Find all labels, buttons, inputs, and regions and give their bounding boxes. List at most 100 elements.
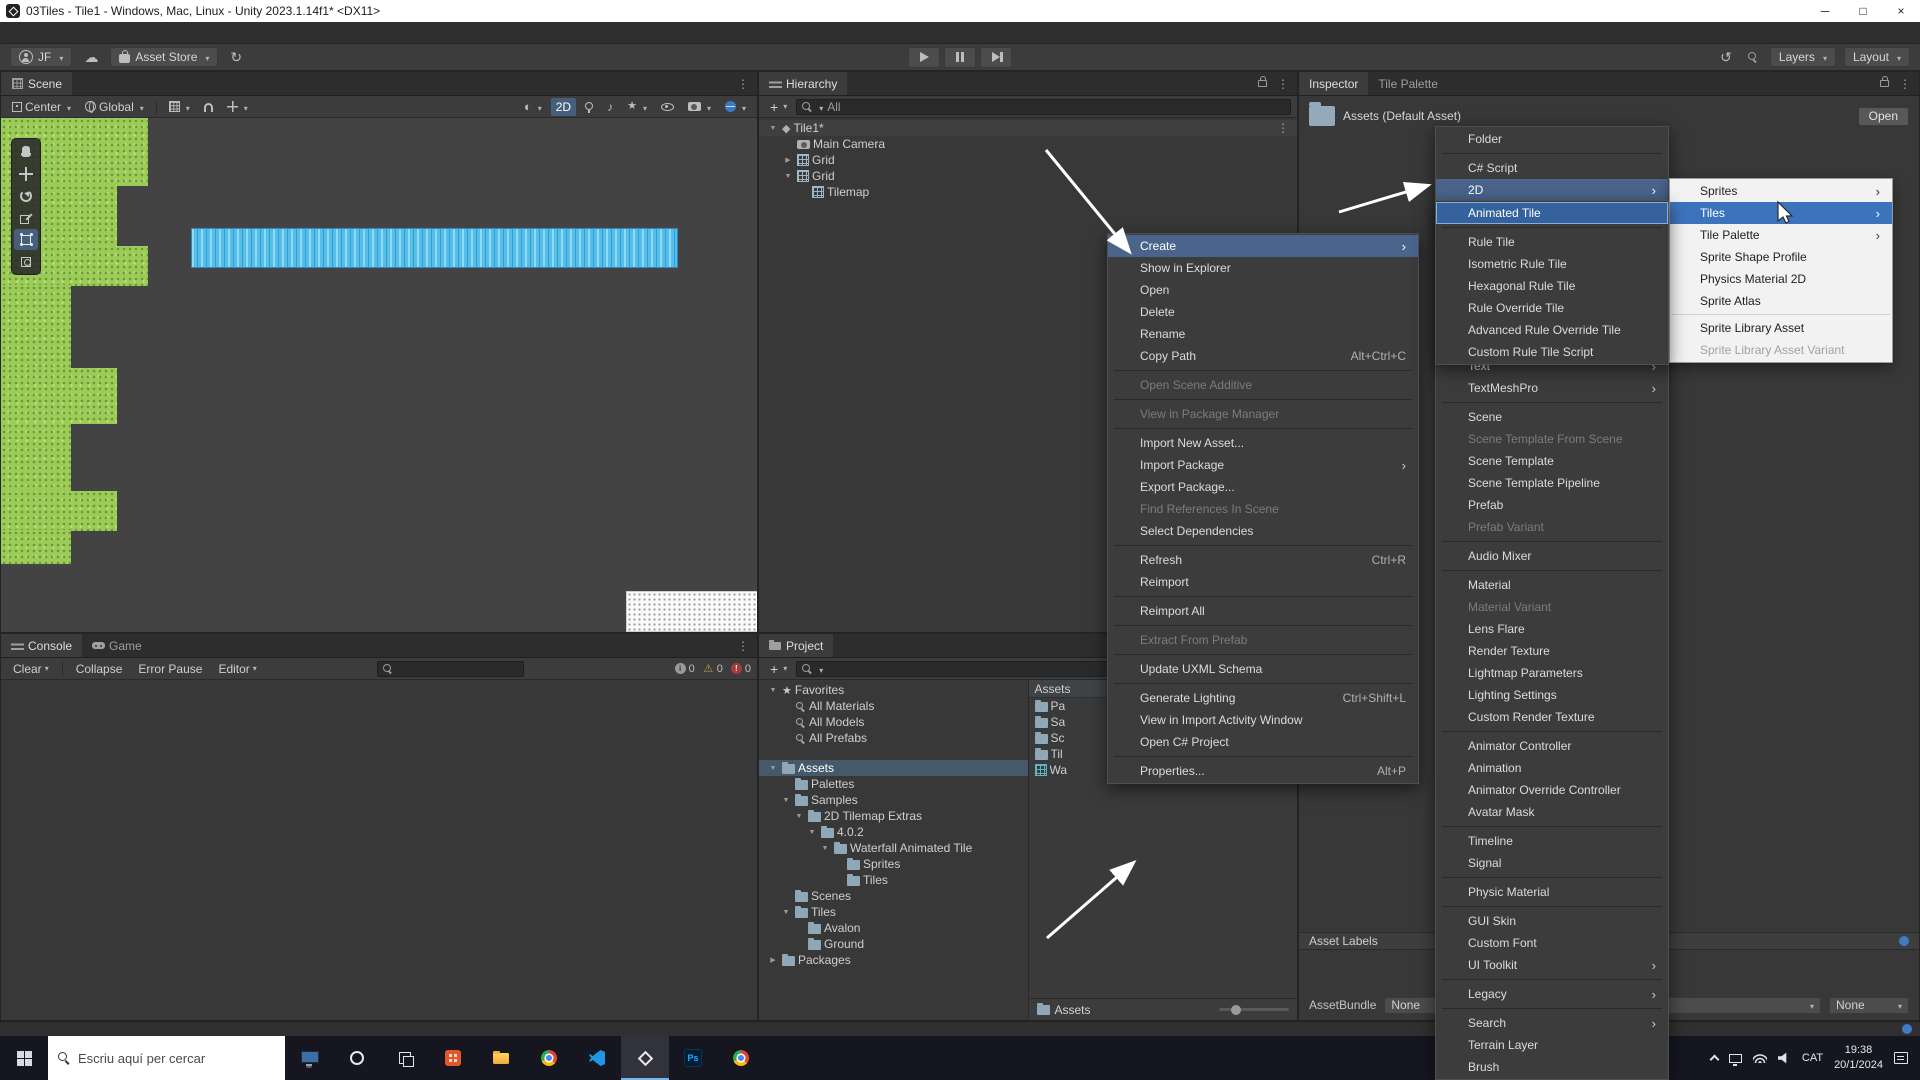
maximize-button[interactable]: □ — [1844, 0, 1882, 22]
menu-item[interactable]: Rename — [1108, 323, 1418, 345]
taskbar-app-button[interactable] — [429, 1036, 477, 1080]
panel-tab[interactable]: Inspector — [1299, 72, 1368, 95]
slider-knob[interactable] — [1231, 1005, 1241, 1015]
layers-dropdown[interactable]: Layers — [1770, 47, 1836, 67]
taskbar-app-button[interactable] — [381, 1036, 429, 1080]
console-search-input[interactable] — [377, 661, 524, 677]
grid-visual-dropdown[interactable] — [164, 98, 195, 116]
wifi-icon[interactable] — [1753, 1053, 1767, 1063]
menu-item[interactable]: Lens Flare — [1436, 618, 1668, 640]
shading-mode-dropdown[interactable]: ◐ — [519, 98, 547, 116]
tool-button[interactable] — [14, 141, 38, 162]
taskbar-app-button[interactable] — [285, 1036, 333, 1080]
panel-tab[interactable]: Game — [82, 634, 152, 657]
panel-tab[interactable]: Console — [1, 634, 82, 657]
gizmos-dropdown[interactable] — [720, 98, 751, 116]
tool-button[interactable] — [14, 207, 38, 228]
project-tree-row[interactable]: ▼ 2D Tilemap Extras — [759, 808, 1028, 824]
twisty-icon[interactable]: ▶ — [767, 956, 779, 964]
project-tree-row[interactable]: Scenes — [759, 888, 1028, 904]
error-pause-toggle[interactable]: Error Pause — [132, 660, 208, 678]
volume-icon[interactable] — [1778, 1052, 1791, 1064]
menu-item[interactable]: Material Variant — [1436, 596, 1668, 618]
twisty-icon[interactable]: ▼ — [767, 125, 779, 132]
panel-tab[interactable]: Tile Palette — [1368, 72, 1448, 95]
menu-item[interactable]: Brush — [1436, 1056, 1668, 1078]
menu-item[interactable]: Reimport All — [1108, 600, 1418, 622]
create-asset-dropdown[interactable] — [765, 660, 792, 678]
menu-item[interactable]: Prefab Variant — [1436, 516, 1668, 538]
editor-dropdown[interactable]: Editor — [212, 660, 262, 678]
tab-hierarchy[interactable]: Hierarchy — [759, 72, 847, 95]
menu-item[interactable]: Open — [1108, 279, 1418, 301]
menu-item[interactable]: Copy Path Alt+Ctrl+C — [1108, 345, 1418, 367]
menu-item[interactable]: Physic Material — [1436, 881, 1668, 903]
twisty-icon[interactable]: ▼ — [782, 173, 794, 180]
language-indicator[interactable]: CAT — [1802, 1052, 1823, 1064]
menu-item[interactable]: Custom Rule Tile Script — [1436, 341, 1668, 363]
twisty-icon[interactable]: ▼ — [793, 813, 805, 820]
lock-icon[interactable] — [1880, 80, 1889, 87]
project-tree-row[interactable]: Tiles — [759, 872, 1028, 888]
lock-icon[interactable] — [1258, 80, 1267, 87]
menu-item[interactable]: Find References In Scene — [1108, 498, 1418, 520]
scene-lighting-toggle[interactable] — [580, 98, 598, 116]
menu-item[interactable]: Render Texture — [1436, 640, 1668, 662]
clock[interactable]: 19:38 20/1/2024 — [1834, 1043, 1883, 1073]
twisty-icon[interactable]: ▶ — [782, 156, 794, 164]
account-dropdown[interactable]: JF — [10, 47, 72, 67]
display-tray-icon[interactable] — [1729, 1054, 1742, 1063]
close-button[interactable]: × — [1882, 0, 1920, 22]
twisty-icon[interactable]: ▼ — [819, 845, 831, 852]
twisty-icon[interactable]: ▼ — [806, 829, 818, 836]
menu-item[interactable]: Import Package › — [1108, 454, 1418, 476]
menu-item[interactable]: Refresh Ctrl+R — [1108, 549, 1418, 571]
kebab-icon[interactable]: ⋮ — [1277, 121, 1293, 135]
taskbar-app-button[interactable] — [525, 1036, 573, 1080]
menu-item[interactable]: Hexagonal Rule Tile — [1436, 275, 1668, 297]
hierarchy-row[interactable]: ▶ Grid — [759, 152, 1297, 168]
assetbundle-variant-dropdown[interactable]: None — [1829, 997, 1909, 1014]
camera-settings-dropdown[interactable] — [683, 98, 716, 116]
collapse-toggle[interactable]: Collapse — [70, 660, 129, 678]
hierarchy-row[interactable]: Main Camera — [759, 136, 1297, 152]
menu-item[interactable]: Import New Asset... — [1108, 432, 1418, 454]
taskbar-app-button[interactable] — [333, 1036, 381, 1080]
snap-toggle[interactable] — [199, 98, 218, 116]
menu-item[interactable]: Scene Template — [1436, 450, 1668, 472]
menu-item[interactable]: Sprite Library Asset Variant — [1670, 339, 1892, 361]
kebab-icon[interactable]: ⋮ — [729, 77, 757, 91]
menu-item[interactable]: Show in Explorer — [1108, 257, 1418, 279]
menu-item[interactable]: Material — [1436, 574, 1668, 596]
tool-button[interactable] — [14, 163, 38, 184]
taskbar-app-button[interactable] — [621, 1036, 669, 1080]
menu-item[interactable]: Sprite Shape Profile — [1670, 246, 1892, 268]
notification-center-icon[interactable] — [1894, 1052, 1908, 1064]
tool-button[interactable] — [14, 251, 38, 272]
twisty-icon[interactable]: ▼ — [780, 797, 792, 804]
project-tree-row[interactable]: ▼ Favorites — [759, 682, 1028, 698]
project-tree-row[interactable]: ▼ Assets — [759, 760, 1028, 776]
menu-item[interactable]: Lighting Settings — [1436, 684, 1668, 706]
project-tree-row[interactable]: ▼ Samples — [759, 792, 1028, 808]
menu-item[interactable]: Avatar Mask — [1436, 801, 1668, 823]
tab-scene[interactable]: Scene — [1, 72, 72, 95]
tool-button[interactable] — [14, 185, 38, 206]
console-count-toggle[interactable]: 0 — [731, 663, 751, 675]
project-tree-row[interactable]: ▼ Tiles — [759, 904, 1028, 920]
menu-item[interactable]: Create › — [1108, 235, 1418, 257]
menu-item[interactable]: Animator Controller — [1436, 735, 1668, 757]
menu-item[interactable]: View in Package Manager — [1108, 403, 1418, 425]
menu-item[interactable]: Isometric Rule Tile — [1436, 253, 1668, 275]
menu-item[interactable]: Legacy › — [1436, 983, 1668, 1005]
menu-item[interactable]: Export Package... — [1108, 476, 1418, 498]
menu-item[interactable]: TextMeshPro › — [1436, 377, 1668, 399]
menu-root-item[interactable] — [0, 22, 20, 44]
labels-icon[interactable] — [1899, 936, 1909, 946]
pivot-dropdown[interactable]: Center — [7, 98, 76, 116]
step-button[interactable] — [980, 47, 1012, 68]
menu-item[interactable]: Properties... Alt+P — [1108, 760, 1418, 782]
menu-root-item[interactable] — [160, 22, 180, 44]
menu-root-item[interactable] — [80, 22, 100, 44]
menu-item[interactable]: Rule Tile — [1436, 231, 1668, 253]
